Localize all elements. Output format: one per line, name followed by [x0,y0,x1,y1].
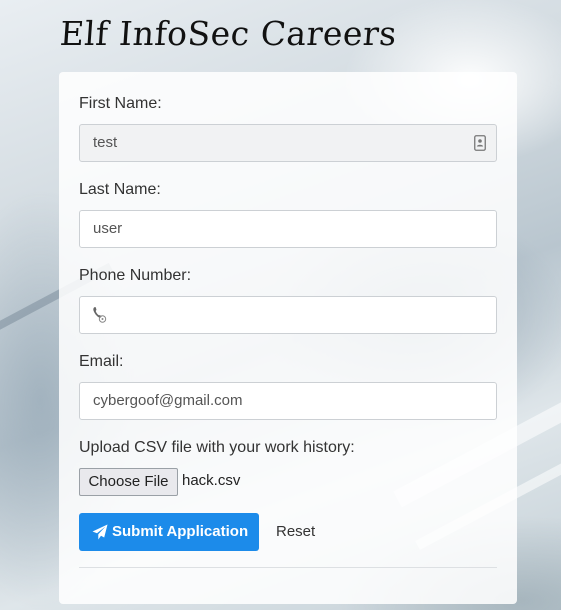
last-name-input[interactable]: user [79,210,497,248]
submit-application-button[interactable]: Submit Application [79,513,259,551]
email-value: cybergoof@gmail.com [93,392,243,409]
choose-file-button[interactable]: Choose File [79,468,178,496]
reset-button[interactable]: Reset [276,523,315,540]
file-upload-control: Choose File hack.csv [79,468,497,496]
first-name-value: test [93,134,118,151]
upload-label: Upload CSV file with your work history: [79,439,355,456]
last-name-value: user [93,220,123,237]
selected-file-name: hack.csv [182,472,241,489]
form-divider [79,567,497,568]
phone-number-input[interactable] [79,296,497,334]
first-name-input[interactable]: test [79,124,497,162]
application-form-card: First Name: test Last Name: user Phone N… [59,72,517,604]
submit-application-label: Submit Application [112,523,249,540]
paper-plane-icon [92,524,108,540]
phone-icon [93,307,107,323]
first-name-label: First Name: [79,95,162,112]
phone-number-label: Phone Number: [79,267,192,284]
contact-card-icon[interactable] [474,135,486,151]
email-label: Email: [79,353,124,370]
email-input[interactable]: cybergoof@gmail.com [79,382,497,420]
page-title: Elf InfoSec Careers [58,14,399,53]
last-name-label: Last Name: [79,181,161,198]
